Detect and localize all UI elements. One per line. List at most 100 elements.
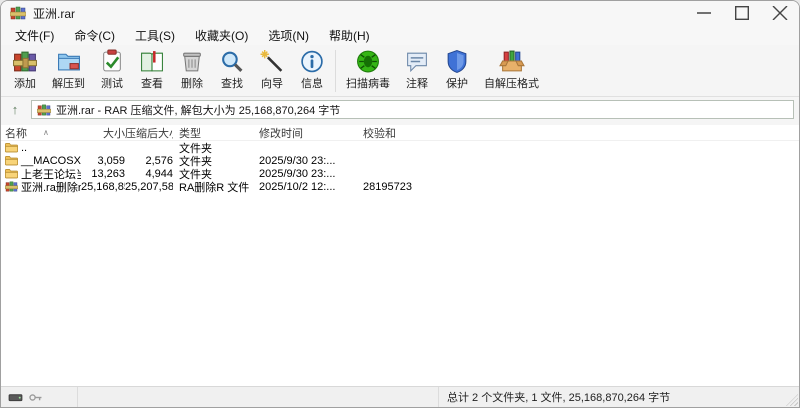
toolbar-sfx-label: 自解压格式 xyxy=(484,75,539,91)
up-directory-button[interactable]: ↑ xyxy=(3,102,27,118)
toolbar-add-button[interactable]: 添加 xyxy=(5,48,45,92)
virus-scan-icon xyxy=(355,49,381,74)
window-title: 亚洲.rar xyxy=(33,5,75,22)
archive-icon xyxy=(37,104,51,116)
toolbar-virus-scan-label: 扫描病毒 xyxy=(346,75,390,91)
file-row[interactable]: 亚洲.ra删除r *25,168,853...25,207,581...RA删除… xyxy=(1,180,799,193)
toolbar-comment-button[interactable]: 注释 xyxy=(397,48,437,92)
file-row[interactable]: __MACOSX3,0592,576文件夹2025/9/30 23:... xyxy=(1,154,799,167)
toolbar-view-label: 查看 xyxy=(141,75,163,91)
file-packed-cell: 2,576 xyxy=(125,155,173,167)
toolbar-add-label: 添加 xyxy=(14,75,36,91)
rar-file-icon xyxy=(5,181,18,192)
file-mtime-cell: 2025/10/2 12:... xyxy=(253,181,357,193)
file-checksum-cell: 28195723 xyxy=(357,181,799,193)
file-size-cell: 25,168,853... xyxy=(81,181,125,193)
test-clipboard-icon xyxy=(99,49,125,74)
menu-help[interactable]: 帮助(H) xyxy=(319,25,380,46)
up-arrow-icon: ↑ xyxy=(12,102,19,117)
file-name: .. xyxy=(21,142,27,154)
toolbar-protect-button[interactable]: 保护 xyxy=(437,48,477,92)
toolbar-delete-button[interactable]: 删除 xyxy=(172,48,212,92)
file-packed-cell: 25,207,581... xyxy=(125,181,173,193)
extract-folder-icon xyxy=(56,49,82,74)
toolbar-find-label: 查找 xyxy=(221,75,243,91)
menu-options[interactable]: 选项(N) xyxy=(258,25,319,46)
toolbar-test-button[interactable]: 测试 xyxy=(92,48,132,92)
shield-icon xyxy=(444,49,470,74)
toolbar-info-label: 信息 xyxy=(301,75,323,91)
file-row[interactable]: ..文件夹 xyxy=(1,141,799,154)
toolbar-separator xyxy=(335,50,336,92)
archive-path-box[interactable]: 亚洲.rar - RAR 压缩文件, 解包大小为 25,168,870,264 … xyxy=(31,100,794,119)
sort-ascending-icon: ∧ xyxy=(43,128,49,137)
file-name-cell: .. xyxy=(1,142,81,154)
trash-icon xyxy=(179,49,205,74)
comment-icon xyxy=(404,49,430,74)
file-size-cell: 3,059 xyxy=(81,155,125,167)
folder-icon xyxy=(5,142,18,153)
status-bar: 总计 2 个文件夹, 1 文件, 25,168,870,264 字节 xyxy=(1,386,799,407)
menu-commands[interactable]: 命令(C) xyxy=(64,25,125,46)
file-rows: ..文件夹__MACOSX3,0592,576文件夹2025/9/30 23:.… xyxy=(1,141,799,193)
file-row[interactable]: 上老王论坛当老王13,2634,944文件夹2025/9/30 23:... xyxy=(1,167,799,180)
maximize-icon xyxy=(734,6,750,20)
toolbar-delete-label: 删除 xyxy=(181,75,203,91)
file-name-cell: 亚洲.ra删除r * xyxy=(1,179,81,195)
toolbar-wizard-button[interactable]: 向导 xyxy=(252,48,292,92)
info-icon xyxy=(299,49,325,74)
folder-icon xyxy=(5,168,18,179)
status-icons-panel xyxy=(1,387,78,407)
sfx-box-icon xyxy=(499,49,525,74)
menu-favorites[interactable]: 收藏夹(O) xyxy=(185,25,258,46)
minimize-button[interactable] xyxy=(685,1,723,25)
column-header-name[interactable]: 名称∧ xyxy=(1,125,81,141)
file-packed-cell: 4,944 xyxy=(125,168,173,180)
column-header-row: 名称∧大小压缩后大小类型修改时间校验和 xyxy=(1,125,799,141)
menu-tools[interactable]: 工具(S) xyxy=(125,25,185,46)
file-type-cell: RA删除R 文件 xyxy=(173,179,253,195)
minimize-icon xyxy=(696,6,712,20)
drive-icon xyxy=(8,392,23,403)
toolbar-test-label: 测试 xyxy=(101,75,123,91)
file-list-panel: 名称∧大小压缩后大小类型修改时间校验和 ..文件夹__MACOSX3,0592,… xyxy=(1,125,799,386)
menu-file[interactable]: 文件(F) xyxy=(5,25,64,46)
column-header-size[interactable]: 大小 xyxy=(81,125,125,141)
address-bar: ↑ 亚洲.rar - RAR 压缩文件, 解包大小为 25,168,870,26… xyxy=(1,97,799,125)
column-header-mtime[interactable]: 修改时间 xyxy=(253,125,357,141)
toolbar-find-button[interactable]: 查找 xyxy=(212,48,252,92)
key-icon xyxy=(28,392,43,403)
toolbar-extract-to-label: 解压到 xyxy=(52,75,85,91)
winrar-window: 亚洲.rar 文件(F)命令(C)工具(S)收藏夹(O)选项(N)帮助(H) 添… xyxy=(0,0,800,408)
search-icon xyxy=(219,49,245,74)
toolbar-virus-scan-button[interactable]: 扫描病毒 xyxy=(339,48,397,92)
column-header-checksum[interactable]: 校验和 xyxy=(357,125,799,141)
file-mtime-cell: 2025/9/30 23:... xyxy=(253,155,357,167)
file-size-cell: 13,263 xyxy=(81,168,125,180)
file-name: 亚洲.ra删除r * xyxy=(21,179,81,195)
close-button[interactable] xyxy=(761,1,799,25)
column-header-type[interactable]: 类型 xyxy=(173,125,253,141)
toolbar-info-button[interactable]: 信息 xyxy=(292,48,332,92)
menu-bar: 文件(F)命令(C)工具(S)收藏夹(O)选项(N)帮助(H) xyxy=(1,25,799,45)
totals-text: 总计 2 个文件夹, 1 文件, 25,168,870,264 字节 xyxy=(447,389,670,405)
toolbar-protect-label: 保护 xyxy=(446,75,468,91)
wizard-wand-icon xyxy=(259,49,285,74)
column-header-packed[interactable]: 压缩后大小 xyxy=(125,125,173,141)
archive-path-text: 亚洲.rar - RAR 压缩文件, 解包大小为 25,168,870,264 … xyxy=(56,102,340,118)
toolbar: 添加解压到测试 查看 删除 查找 向导 信息 扫描病毒注释 保护自解压格式 xyxy=(1,45,799,97)
toolbar-extract-to-button[interactable]: 解压到 xyxy=(45,48,92,92)
winrar-app-icon xyxy=(10,6,26,20)
window-controls xyxy=(685,1,799,25)
file-mtime-cell: 2025/9/30 23:... xyxy=(253,168,357,180)
maximize-button[interactable] xyxy=(723,1,761,25)
close-icon xyxy=(772,6,788,20)
toolbar-view-button[interactable]: 查看 xyxy=(132,48,172,92)
folder-icon xyxy=(5,155,18,166)
toolbar-wizard-label: 向导 xyxy=(261,75,283,91)
toolbar-comment-label: 注释 xyxy=(406,75,428,91)
status-middle-panel xyxy=(78,387,439,407)
view-book-icon xyxy=(139,49,165,74)
toolbar-sfx-button[interactable]: 自解压格式 xyxy=(477,48,546,92)
status-totals-panel: 总计 2 个文件夹, 1 文件, 25,168,870,264 字节 xyxy=(439,387,799,407)
